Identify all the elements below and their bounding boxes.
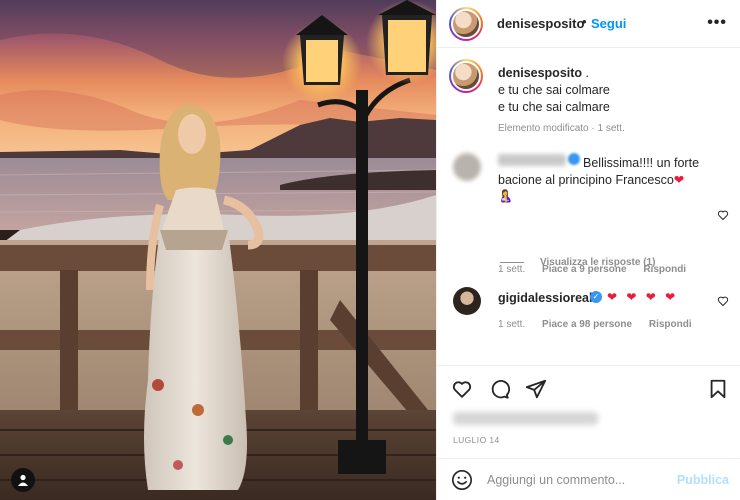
header-separator: • bbox=[582, 14, 587, 29]
view-replies-button[interactable]: Visualizza le risposte (1) bbox=[500, 257, 655, 268]
verified-icon: ✓ bbox=[590, 291, 602, 303]
post-date: LUGLIO 14 bbox=[453, 435, 500, 445]
sunset-photo bbox=[0, 0, 436, 500]
likes-summary-blurred[interactable] bbox=[453, 412, 598, 425]
caption-line-2: e tu che sai colmare bbox=[498, 83, 610, 97]
post-side-panel: denisesposito • Segui ••• denisesposito … bbox=[436, 0, 740, 500]
author-username[interactable]: denisesposito bbox=[497, 16, 584, 31]
replies-divider bbox=[500, 262, 524, 263]
comments-list[interactable]: denisesposito . e tu che sai colmare e t… bbox=[437, 49, 740, 365]
caption-line-3: e tu che sai calmare bbox=[498, 100, 610, 114]
heart-emoji: ❤ bbox=[673, 173, 685, 187]
caption-meta: Elemento modificato · 1 sett. bbox=[498, 123, 625, 134]
commenter-username-blurred[interactable] bbox=[498, 154, 566, 166]
comment-meta: 1 sett. Piace a 98 persone Rispondi bbox=[498, 319, 706, 330]
follow-button[interactable]: Segui bbox=[591, 16, 626, 31]
comment-like-icon[interactable] bbox=[717, 209, 729, 221]
comment-text: ❤ ❤ ❤ ❤ bbox=[607, 290, 679, 304]
comment-text: Bellissima!!!! un forte bbox=[583, 156, 700, 170]
comment-input[interactable] bbox=[487, 471, 667, 489]
add-comment-bar: Pubblica bbox=[437, 458, 740, 500]
heart-icon[interactable] bbox=[451, 378, 473, 400]
tagged-user-icon[interactable] bbox=[11, 468, 35, 492]
caption-username[interactable]: denisesposito bbox=[498, 66, 582, 80]
emoji-icon[interactable] bbox=[451, 469, 473, 491]
view-replies-label: Visualizza le risposte (1) bbox=[540, 257, 656, 268]
comment-like-icon[interactable] bbox=[717, 295, 729, 307]
post-photo[interactable] bbox=[0, 0, 436, 500]
verified-icon bbox=[568, 153, 580, 165]
comment-text-line-2: bacione al principino Francesco❤ bbox=[498, 173, 685, 187]
share-icon[interactable] bbox=[525, 378, 547, 400]
reply-button[interactable]: Rispondi bbox=[649, 319, 692, 330]
commenter-avatar[interactable] bbox=[453, 153, 481, 181]
more-options-icon[interactable]: ••• bbox=[707, 14, 727, 32]
caption-avatar[interactable] bbox=[449, 59, 483, 93]
caption-suffix: . bbox=[582, 66, 589, 80]
comment-time: 1 sett. bbox=[498, 319, 526, 330]
commenter-username[interactable]: gigidalessioreal bbox=[498, 291, 592, 305]
comment-icon[interactable] bbox=[488, 378, 510, 400]
post-actions: LUGLIO 14 bbox=[437, 365, 740, 457]
comment-likes[interactable]: Piace a 98 persone bbox=[542, 319, 632, 330]
post-header: denisesposito • Segui ••• bbox=[437, 0, 740, 48]
caption-text: denisesposito . e tu che sai colmare e t… bbox=[498, 65, 728, 116]
commenter-avatar[interactable] bbox=[453, 287, 481, 315]
bookmark-icon[interactable] bbox=[707, 378, 729, 400]
publish-button[interactable]: Pubblica bbox=[677, 473, 729, 487]
breastfeeding-emoji: 🤱 bbox=[498, 189, 513, 203]
author-avatar[interactable] bbox=[449, 7, 483, 41]
